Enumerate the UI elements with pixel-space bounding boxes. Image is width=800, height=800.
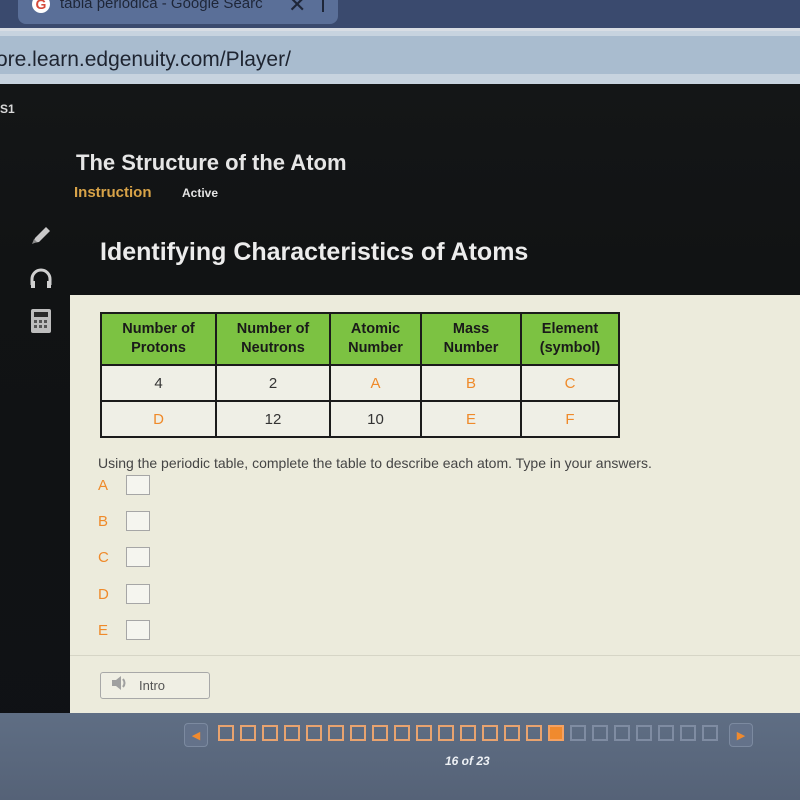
- question-instructions: Using the periodic table, complete the t…: [98, 455, 652, 471]
- page-indicator-5[interactable]: [306, 725, 322, 741]
- browser-tab[interactable]: G tabla periodica - Google Searc ✕: [18, 0, 338, 24]
- answer-row-d: D: [98, 584, 150, 604]
- previous-page-button[interactable]: ◀: [184, 723, 208, 747]
- cell-neutrons: 2: [215, 364, 331, 402]
- tab-title: tabla periodica - Google Searc: [60, 0, 263, 12]
- answer-row-c: C: [98, 547, 150, 567]
- answer-input-a[interactable]: [126, 475, 150, 495]
- page-indicator-8[interactable]: [372, 725, 388, 741]
- page-indicator-11[interactable]: [438, 725, 454, 741]
- page-indicator-21[interactable]: [658, 725, 674, 741]
- section-label: Instruction: [74, 184, 152, 201]
- page-indicator-10[interactable]: [416, 725, 432, 741]
- page-indicator-18[interactable]: [592, 725, 608, 741]
- page-indicator-9[interactable]: [394, 725, 410, 741]
- table-header-row: Number of Protons Number of Neutrons Atomi…: [100, 312, 620, 366]
- header-atomic-number: Atomic Number: [329, 312, 422, 366]
- tab-separator: [322, 0, 324, 12]
- answer-label: D: [98, 585, 109, 603]
- header-protons: Number of Protons: [100, 312, 217, 366]
- page-indicator-19[interactable]: [614, 725, 630, 741]
- page-indicator-3[interactable]: [262, 725, 278, 741]
- url-text: ore.learn.edgenuity.com/Player/: [0, 48, 291, 71]
- course-title: The Structure of the Atom: [76, 150, 347, 175]
- cell-neutrons: 12: [215, 400, 331, 438]
- cell-element-symbol: F: [520, 400, 620, 438]
- page-indicator-17[interactable]: [570, 725, 586, 741]
- cell-element-symbol: C: [520, 364, 620, 402]
- status-label: Active: [182, 186, 219, 200]
- answer-input-e[interactable]: [126, 620, 150, 640]
- pencil-icon[interactable]: [28, 222, 54, 248]
- content-panel: Number of Protons Number of Neutrons Atomi…: [70, 295, 800, 713]
- browser-tab-strip: G tabla periodica - Google Searc ✕: [0, 0, 800, 28]
- header-element-symbol: Element (symbol): [520, 312, 620, 366]
- address-bar: ore.learn.edgenuity.com/Player/: [0, 28, 800, 84]
- atoms-table: Number of Protons Number of Neutrons Atomi…: [100, 312, 620, 438]
- cell-protons: 4: [100, 364, 217, 402]
- intro-label: Intro: [139, 678, 166, 693]
- next-page-button[interactable]: ▶: [729, 723, 753, 747]
- page-indicator-1[interactable]: [218, 725, 234, 741]
- page-counter: 16 of 23: [445, 754, 490, 768]
- page-indicator-16[interactable]: [548, 725, 564, 741]
- cell-atomic-number: 10: [329, 400, 422, 438]
- answer-row-a: A: [98, 475, 150, 495]
- page-indicator-15[interactable]: [526, 725, 542, 741]
- page-indicator-7[interactable]: [350, 725, 366, 741]
- answer-label: A: [98, 476, 109, 494]
- cell-mass-number: E: [420, 400, 522, 438]
- table-row: 4 2 A B C: [100, 364, 620, 402]
- url-field[interactable]: ore.learn.edgenuity.com/Player/: [0, 36, 800, 74]
- page-navigation: ◀ ▶ 16 of 23: [0, 713, 800, 800]
- page-indicators: [218, 725, 718, 741]
- intro-button[interactable]: Intro: [100, 672, 210, 699]
- answer-label: C: [98, 548, 109, 566]
- header-mass-number: Mass Number: [420, 312, 522, 366]
- header-neutrons: Number of Neutrons: [215, 312, 331, 366]
- content-divider: [70, 655, 800, 656]
- page-indicator-4[interactable]: [284, 725, 300, 741]
- answer-row-b: B: [98, 511, 150, 531]
- lesson-title: Identifying Characteristics of Atoms: [100, 238, 529, 266]
- google-icon: G: [32, 0, 50, 13]
- answer-row-e: E: [98, 620, 150, 640]
- page-indicator-6[interactable]: [328, 725, 344, 741]
- speaker-icon: [111, 675, 129, 696]
- answer-input-b[interactable]: [126, 511, 150, 531]
- table-row: D 12 10 E F: [100, 400, 620, 438]
- page-indicator-13[interactable]: [482, 725, 498, 741]
- answer-label: B: [98, 512, 109, 530]
- page-indicator-12[interactable]: [460, 725, 476, 741]
- course-code: S1: [0, 102, 15, 116]
- page-indicator-2[interactable]: [240, 725, 256, 741]
- page-indicator-20[interactable]: [636, 725, 652, 741]
- cell-protons: D: [100, 400, 217, 438]
- answer-label: E: [98, 621, 109, 639]
- page-indicator-23[interactable]: [702, 725, 718, 741]
- headphones-icon[interactable]: [28, 266, 54, 292]
- answer-input-c[interactable]: [126, 547, 150, 567]
- close-tab-icon[interactable]: ✕: [288, 0, 306, 18]
- page-indicator-14[interactable]: [504, 725, 520, 741]
- cell-atomic-number: A: [329, 364, 422, 402]
- calculator-icon[interactable]: [28, 308, 54, 334]
- page-indicator-22[interactable]: [680, 725, 696, 741]
- answer-input-d[interactable]: [126, 584, 150, 604]
- cell-mass-number: B: [420, 364, 522, 402]
